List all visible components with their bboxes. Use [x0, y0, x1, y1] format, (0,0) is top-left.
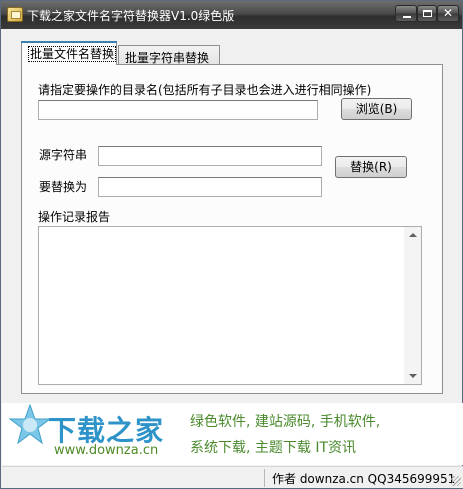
- brand-url[interactable]: www.downza.cn: [54, 443, 158, 458]
- maximize-button[interactable]: [417, 5, 437, 22]
- browse-button[interactable]: 浏览(B): [341, 98, 412, 120]
- tab-label: 批量文件名替换: [28, 46, 117, 62]
- title-bar[interactable]: 下载之家文件名字符替换器V1.0绿色版 ✕: [1, 1, 462, 29]
- replace-with-input[interactable]: [98, 177, 322, 197]
- log-scrollbar[interactable]: [404, 227, 421, 384]
- minimize-button[interactable]: [395, 5, 417, 22]
- log-textarea[interactable]: [38, 226, 422, 385]
- ad-banner[interactable]: 下载之家 www.downza.cn 绿色软件, 建站源码, 手机软件, 系统下…: [2, 403, 463, 465]
- source-string-label: 源字符串: [39, 148, 88, 162]
- resize-grip-icon[interactable]: [451, 476, 461, 486]
- tab-batch-filename-replace[interactable]: 批量文件名替换: [21, 41, 117, 65]
- app-icon: [7, 7, 23, 22]
- log-label: 操作记录报告: [38, 210, 111, 224]
- replace-with-label: 要替换为: [39, 180, 88, 194]
- status-bar: 作者 downza.cn QQ345699951: [2, 466, 463, 488]
- ad-tagline-1: 绿色软件, 建站源码, 手机软件,: [190, 414, 381, 430]
- directory-input[interactable]: [38, 100, 318, 120]
- directory-prompt-label: 请指定要操作的目录名(包括所有子目录也会进入进行相同操作): [38, 83, 372, 97]
- status-separator: [264, 469, 265, 487]
- source-string-input[interactable]: [98, 146, 322, 166]
- close-button[interactable]: ✕: [437, 5, 459, 22]
- scroll-up-icon[interactable]: [409, 233, 417, 237]
- tab-batch-string-replace[interactable]: 批量字符串替换: [118, 45, 220, 66]
- tab-label: 批量字符串替换: [125, 51, 210, 65]
- minimize-icon: [403, 16, 411, 18]
- maximize-icon: [423, 10, 432, 17]
- ad-tagline-2: 系统下载, 主题下载 IT资讯: [190, 440, 357, 456]
- window-title: 下载之家文件名字符替换器V1.0绿色版: [27, 9, 235, 23]
- star-logo-icon: [8, 403, 52, 445]
- author-info: 作者 downza.cn QQ345699951: [272, 472, 456, 486]
- app-window: 下载之家文件名字符替换器V1.0绿色版 ✕ 批量文件名替换 批量字符串替换 请指…: [0, 0, 463, 489]
- replace-button[interactable]: 替换(R): [335, 156, 407, 178]
- scroll-down-icon[interactable]: [409, 374, 417, 378]
- close-icon: ✕: [442, 6, 454, 20]
